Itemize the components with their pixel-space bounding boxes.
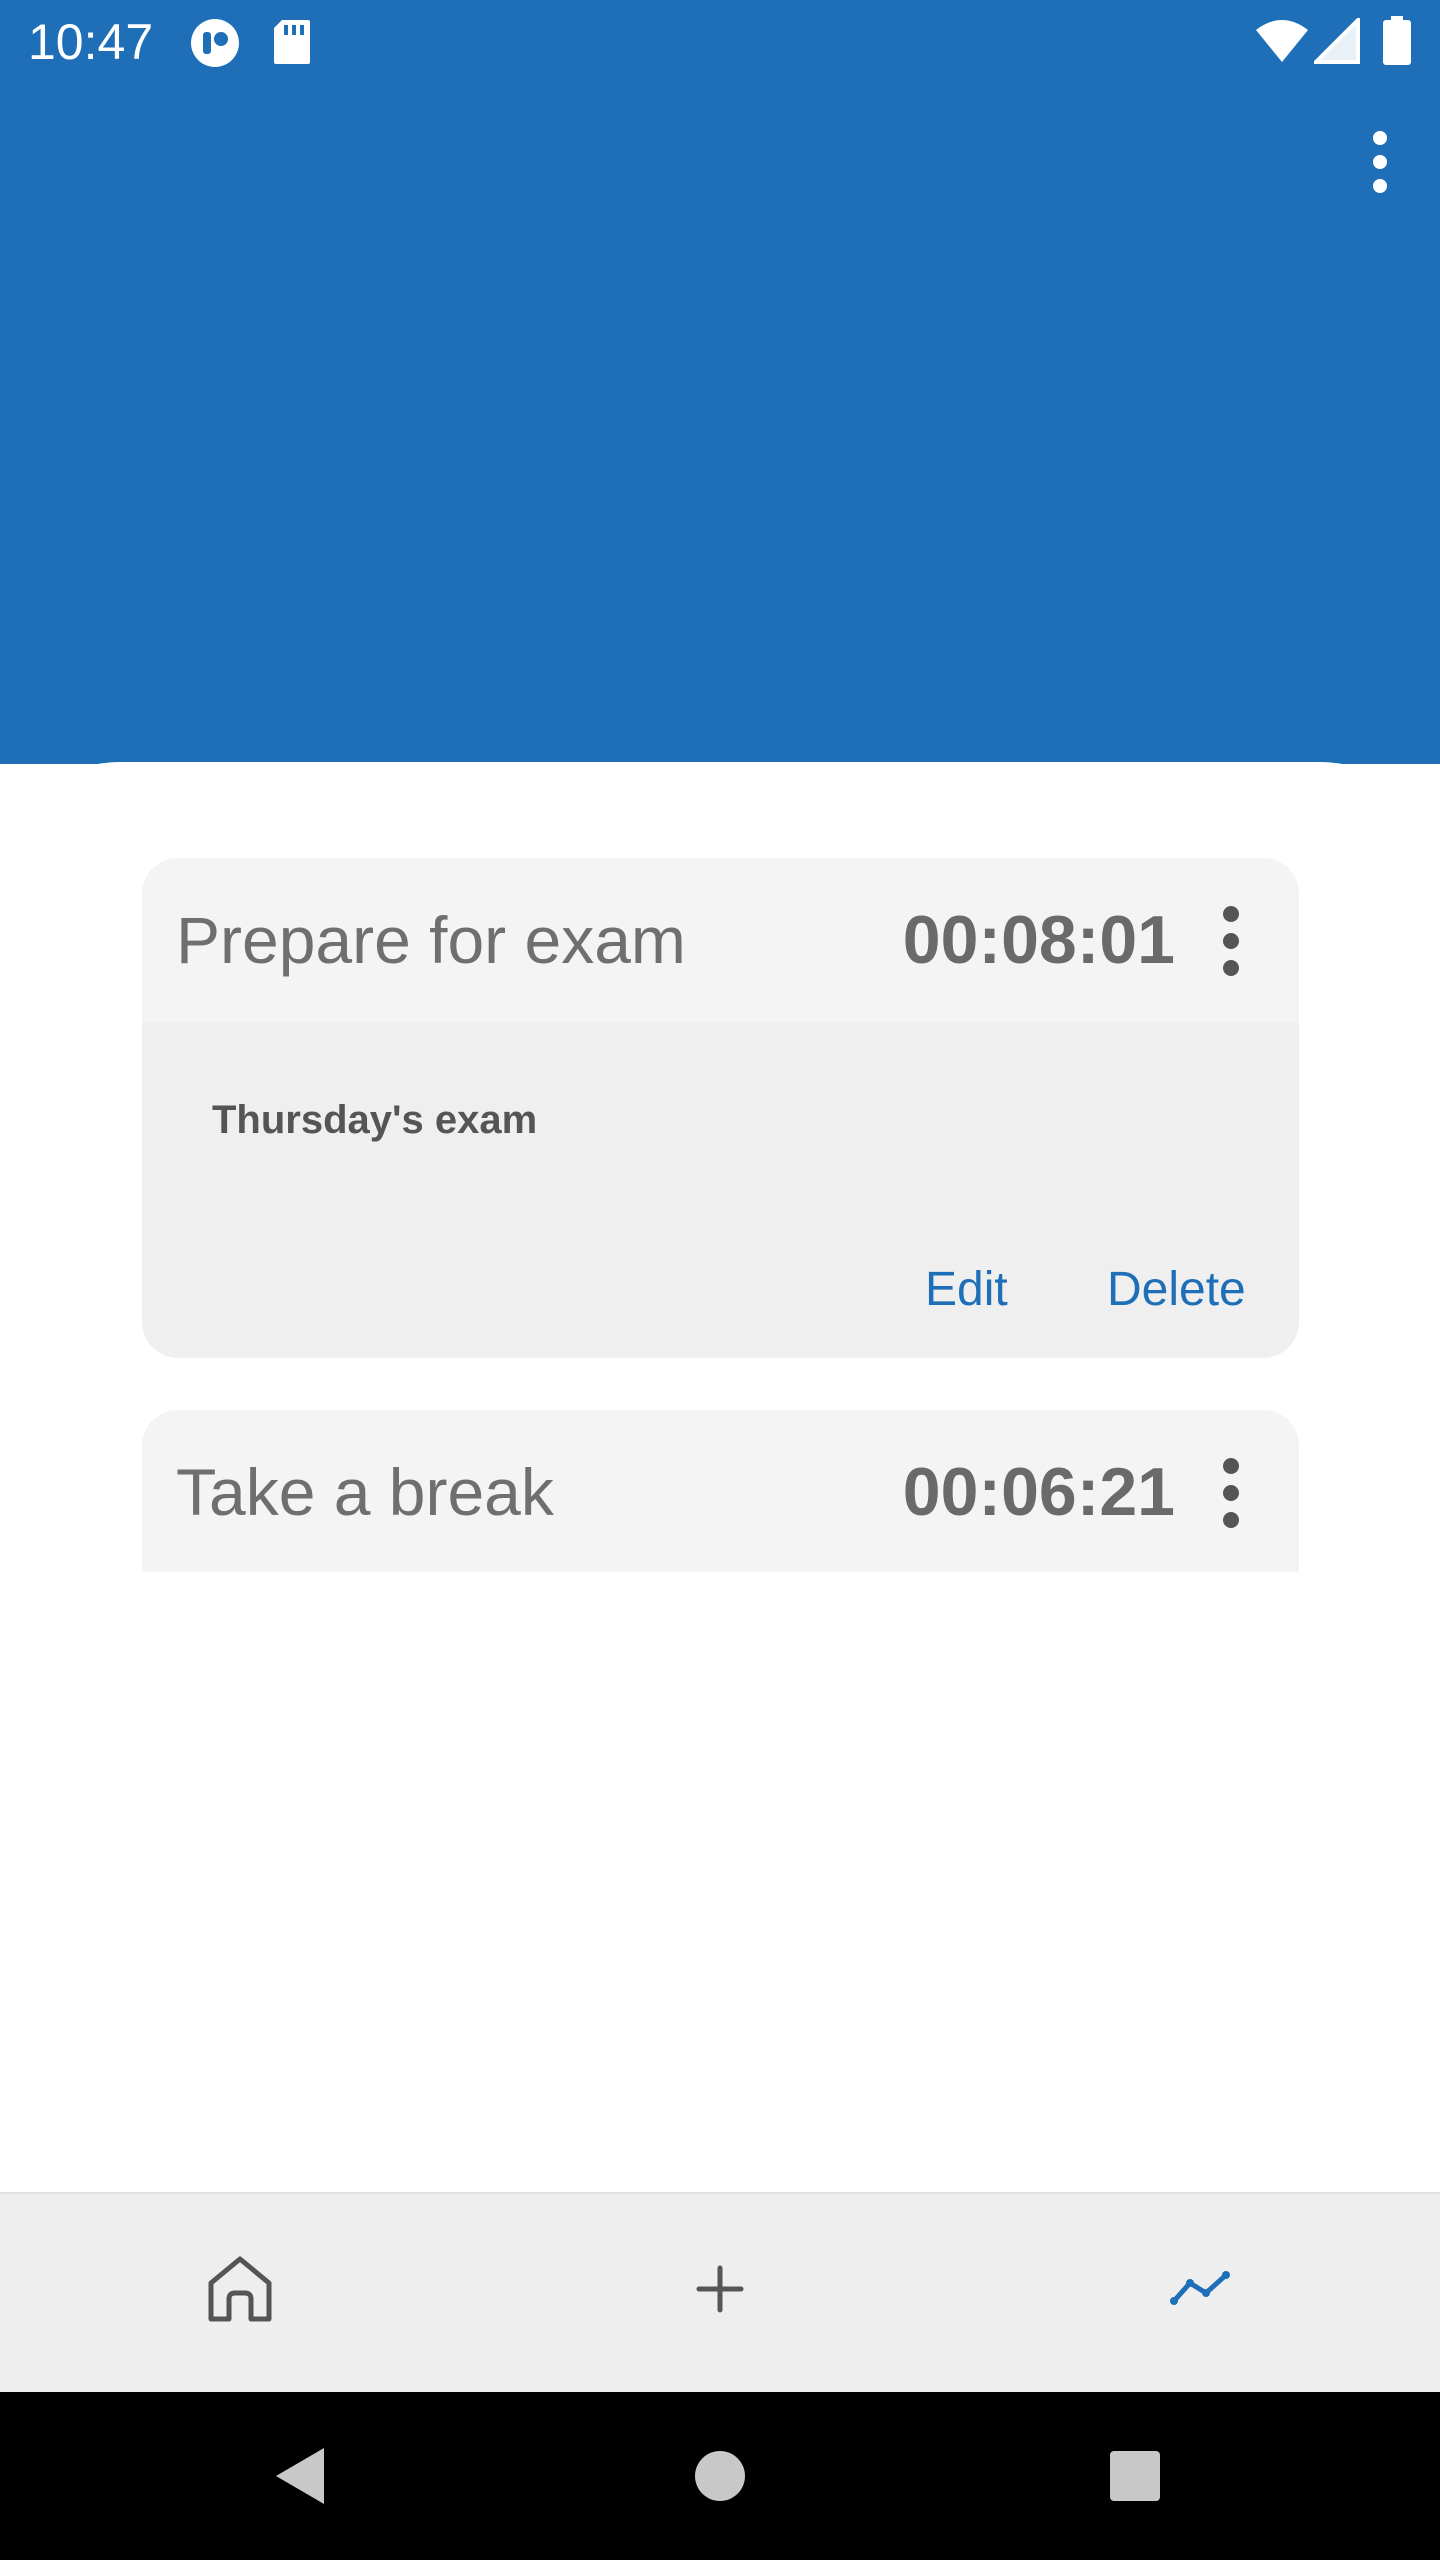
timer-card-header[interactable]: Take a break 00:06:21	[142, 1410, 1299, 1572]
nav-add-button[interactable]	[660, 2234, 780, 2344]
status-bar: 10:47	[0, 0, 1440, 84]
nav-stats-button[interactable]	[1140, 2234, 1260, 2344]
nav-home-button[interactable]	[180, 2234, 300, 2344]
more-vert-icon	[1373, 131, 1387, 193]
delete-button[interactable]: Delete	[1107, 1258, 1246, 1322]
stats-icon	[1170, 2271, 1230, 2305]
home-icon	[208, 2256, 272, 2322]
recents-icon	[1110, 2451, 1160, 2501]
timer-menu-button[interactable]	[1207, 1448, 1255, 1538]
timer-value: 00:06:21	[902, 1454, 1175, 1530]
timer-card[interactable]: Prepare for exam 00:08:01 Thursday's exa…	[142, 858, 1299, 1358]
cell-signal-icon	[1311, 15, 1360, 69]
timer-card-header[interactable]: Prepare for exam 00:08:01	[142, 858, 1299, 1022]
system-nav-bar	[0, 2392, 1440, 2560]
overflow-menu-button[interactable]	[1348, 114, 1412, 210]
system-back-button[interactable]	[250, 2426, 350, 2526]
timer-menu-button[interactable]	[1207, 896, 1255, 986]
battery-icon	[1382, 16, 1412, 71]
timer-title: Prepare for exam	[176, 903, 686, 977]
wifi-icon	[1254, 18, 1310, 69]
timer-value: 00:08:01	[902, 902, 1175, 978]
timer-note: Thursday's exam	[212, 1098, 538, 1142]
sd-card-icon	[272, 18, 312, 71]
timer-title: Take a break	[176, 1455, 554, 1529]
back-icon	[276, 2448, 324, 2504]
edit-button[interactable]: Edit	[925, 1258, 1008, 1322]
bottom-nav	[0, 2192, 1440, 2394]
more-vert-icon	[1223, 1458, 1239, 1528]
home-circle-icon	[695, 2451, 745, 2501]
system-home-button[interactable]	[670, 2426, 770, 2526]
timer-card[interactable]: Take a break 00:06:21	[142, 1410, 1299, 1572]
system-recents-button[interactable]	[1085, 2426, 1185, 2526]
app-header	[0, 84, 1440, 764]
status-time: 10:47	[28, 14, 154, 70]
add-icon	[696, 2265, 744, 2313]
more-vert-icon	[1223, 906, 1239, 976]
app-notification-icon	[190, 18, 240, 73]
